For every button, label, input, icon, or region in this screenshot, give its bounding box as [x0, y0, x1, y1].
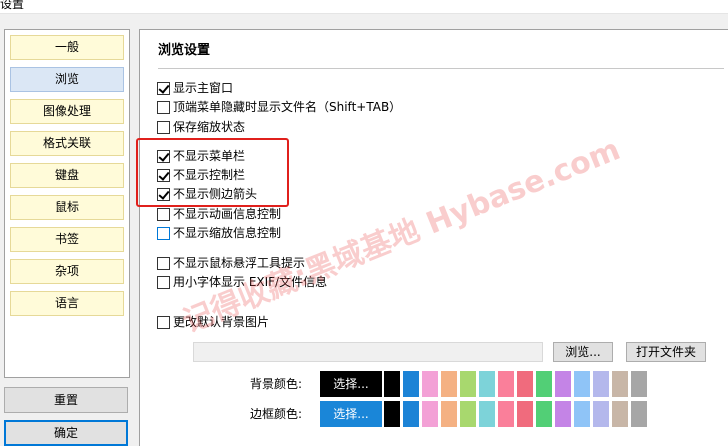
- option-label: 不显示动画信息控制: [173, 207, 282, 221]
- option-hide-animation-info-control[interactable]: 不显示动画信息控制: [157, 206, 281, 222]
- nav-bookmarks[interactable]: 书签: [10, 227, 124, 252]
- nav-browse[interactable]: 浏览: [10, 67, 124, 92]
- option-label: 顶端菜单隐藏时显示文件名（Shift+TAB）: [173, 100, 402, 114]
- nav-file-association[interactable]: 格式关联: [10, 131, 124, 156]
- background-color-label: 背景颜色:: [250, 377, 303, 391]
- ok-button[interactable]: 确定: [4, 420, 128, 446]
- border-color-swatch[interactable]: [384, 401, 400, 427]
- border-color-swatch[interactable]: [612, 401, 628, 427]
- border-color-swatch[interactable]: [517, 401, 533, 427]
- checkbox[interactable]: [157, 100, 170, 114]
- option-save-zoom-state[interactable]: 保存缩放状态: [157, 119, 245, 135]
- background-color-swatch[interactable]: [536, 371, 552, 397]
- nav-image-processing[interactable]: 图像处理: [10, 99, 124, 124]
- border-color-swatch[interactable]: [479, 401, 495, 427]
- background-color-swatch[interactable]: [593, 371, 609, 397]
- checkbox[interactable]: [157, 275, 170, 289]
- background-color-swatch[interactable]: [403, 371, 419, 397]
- border-color-swatch[interactable]: [555, 401, 571, 427]
- option-label: 保存缩放状态: [173, 120, 246, 134]
- nav-keyboard[interactable]: 键盘: [10, 163, 124, 188]
- border-color-swatch[interactable]: [441, 401, 457, 427]
- open-folder-button[interactable]: 打开文件夹: [626, 342, 706, 362]
- background-color-swatch[interactable]: [574, 371, 590, 397]
- checkbox[interactable]: [157, 207, 170, 221]
- background-image-path-input[interactable]: [193, 342, 543, 362]
- option-show-main-window[interactable]: 显示主窗口: [157, 80, 233, 96]
- background-color-swatch[interactable]: [555, 371, 571, 397]
- settings-nav: 一般 浏览 图像处理 格式关联 键盘 鼠标 书签 杂项 语言: [4, 29, 130, 378]
- window-title: 设置: [0, 0, 25, 11]
- option-small-font-exif[interactable]: 用小字体显示 EXIF/文件信息: [157, 274, 327, 290]
- highlight-annotation: [136, 138, 289, 207]
- checkbox[interactable]: [157, 120, 170, 134]
- border-color-label: 边框颜色:: [250, 407, 303, 421]
- background-color-swatch[interactable]: [612, 371, 628, 397]
- option-label: 显示主窗口: [173, 81, 234, 95]
- option-label: 更改默认背景图片: [173, 315, 270, 329]
- border-color-swatch[interactable]: [593, 401, 609, 427]
- reset-button[interactable]: 重置: [4, 387, 128, 413]
- border-color-swatch[interactable]: [460, 401, 476, 427]
- browse-button[interactable]: 浏览...: [553, 342, 613, 362]
- section-divider: [158, 68, 724, 69]
- option-change-default-background[interactable]: 更改默认背景图片: [157, 314, 269, 330]
- background-color-swatch[interactable]: [479, 371, 495, 397]
- border-color-swatch[interactable]: [536, 401, 552, 427]
- option-label: 用小字体显示 EXIF/文件信息: [173, 275, 328, 289]
- checkbox[interactable]: [157, 81, 170, 95]
- option-hide-mouse-hover-tooltips[interactable]: 不显示鼠标悬浮工具提示: [157, 255, 305, 271]
- checkbox[interactable]: [157, 226, 170, 240]
- nav-language[interactable]: 语言: [10, 291, 124, 316]
- option-show-filename-when-menu-hidden[interactable]: 顶端菜单隐藏时显示文件名（Shift+TAB）: [157, 99, 401, 115]
- section-title: 浏览设置: [158, 43, 211, 58]
- background-color-swatch[interactable]: [422, 371, 438, 397]
- border-color-swatch[interactable]: [631, 401, 647, 427]
- border-color-swatch[interactable]: [422, 401, 438, 427]
- border-color-swatch[interactable]: [403, 401, 419, 427]
- title-bar: 设置: [0, 0, 728, 14]
- nav-general[interactable]: 一般: [10, 35, 124, 60]
- background-color-swatch[interactable]: [460, 371, 476, 397]
- nav-mouse[interactable]: 鼠标: [10, 195, 124, 220]
- background-color-swatch[interactable]: [384, 371, 400, 397]
- background-color-swatch[interactable]: [498, 371, 514, 397]
- option-label: 不显示缩放信息控制: [173, 226, 282, 240]
- background-color-swatch[interactable]: [517, 371, 533, 397]
- background-color-swatch[interactable]: [441, 371, 457, 397]
- nav-misc[interactable]: 杂项: [10, 259, 124, 284]
- background-color-swatch[interactable]: [631, 371, 647, 397]
- option-label: 不显示鼠标悬浮工具提示: [173, 256, 306, 270]
- option-hide-zoom-info-control[interactable]: 不显示缩放信息控制: [157, 225, 281, 241]
- border-color-select-button[interactable]: 选择...: [320, 401, 382, 427]
- checkbox[interactable]: [157, 315, 170, 329]
- border-color-swatch[interactable]: [498, 401, 514, 427]
- background-color-select-button[interactable]: 选择...: [320, 371, 382, 397]
- border-color-swatch[interactable]: [574, 401, 590, 427]
- checkbox[interactable]: [157, 256, 170, 270]
